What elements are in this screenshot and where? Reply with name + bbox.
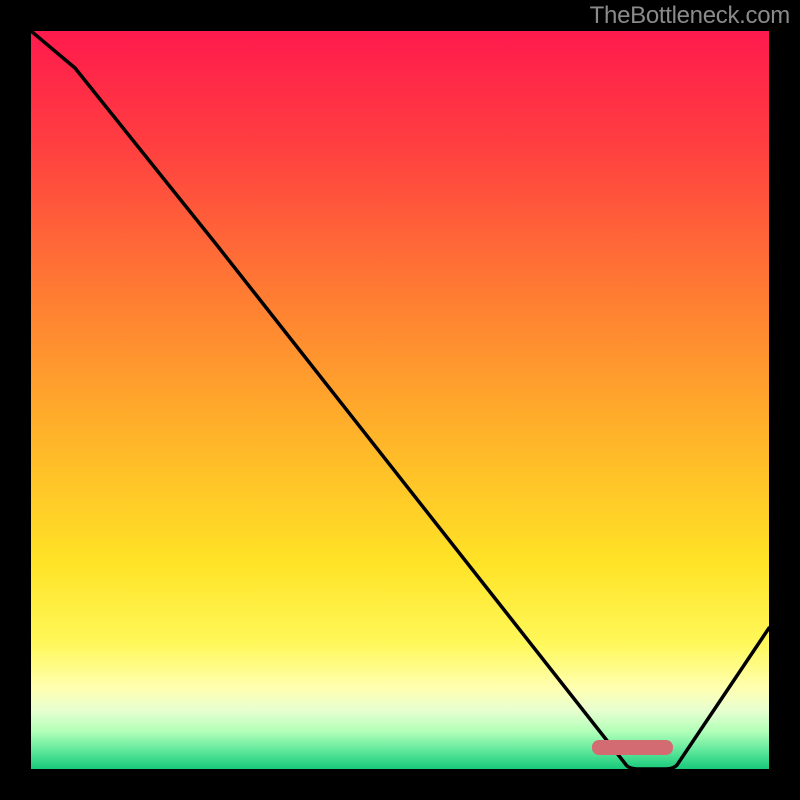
chart-plot-area [31,31,769,769]
bottleneck-curve [31,31,769,769]
optimal-range-marker [592,740,673,755]
watermark-text: TheBottleneck.com [590,2,790,30]
